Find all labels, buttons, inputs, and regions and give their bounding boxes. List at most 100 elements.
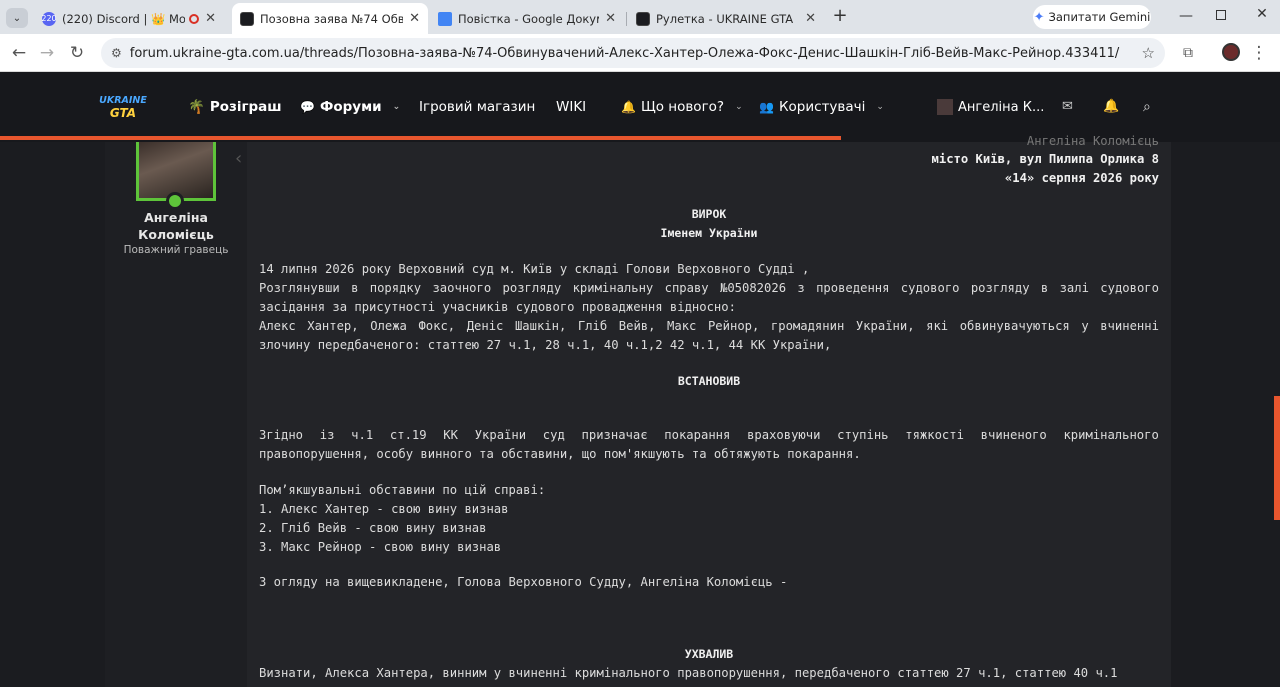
word: Згідно: [259, 428, 304, 442]
word: розгляду: [502, 281, 562, 295]
tab-google-docs[interactable]: Повістка - Google Документи ✕: [430, 3, 624, 34]
word: кримінального: [1063, 428, 1159, 442]
word: враховуючи: [747, 428, 821, 442]
browser-toolbar: ← → ↻ ⚙ forum.ukraine-gta.com.ua/threads…: [0, 34, 1280, 72]
word: кримінальну: [572, 281, 654, 295]
close-icon[interactable]: ✕: [409, 11, 420, 26]
profile-avatar[interactable]: [1222, 43, 1240, 61]
tab-search-button[interactable]: ⌄: [6, 8, 28, 28]
address-bar[interactable]: ⚙ forum.ukraine-gta.com.ua/threads/Позов…: [101, 38, 1165, 68]
site-logo[interactable]: UKRAINE GTA: [98, 94, 148, 122]
tab-label: Позовна заява №74 Обвинува: [260, 11, 404, 26]
doc-paragraph-2b: засідання за присутності учасників судов…: [259, 300, 736, 314]
list-item: 3. Макс Рейнор - свою вину визнав: [259, 540, 502, 554]
site-info-icon[interactable]: ⚙: [111, 46, 122, 60]
nav-shop[interactable]: Ігровий магазин: [419, 99, 535, 115]
search-icon[interactable]: ⌕: [1143, 99, 1151, 115]
url-text: forum.ukraine-gta.com.ua/threads/Позовна…: [129, 45, 1120, 61]
tab-label: Повістка - Google Документи: [458, 11, 599, 26]
tab-roulette[interactable]: Рулетка - UKRAINE GTA ✕: [628, 3, 824, 34]
bell-icon: 🔔: [621, 100, 636, 114]
thread-content: Ангеліна Коломієць Поважний гравець ‹ Ан…: [105, 134, 1171, 687]
online-status-icon: [166, 192, 184, 210]
users-icon: 👥: [759, 100, 774, 114]
back-button[interactable]: ←: [8, 42, 30, 64]
palm-icon: 🌴: [188, 99, 205, 115]
word: тяжкості: [905, 428, 964, 442]
doc-in-name: Іменем України: [660, 226, 758, 240]
close-icon[interactable]: ✕: [805, 11, 816, 26]
tab-forum-thread[interactable]: Позовна заява №74 Обвинува ✕: [232, 3, 428, 34]
close-icon[interactable]: ✕: [205, 11, 216, 26]
author-title: Поважний гравець: [123, 244, 229, 256]
new-tab-button[interactable]: +: [830, 6, 850, 26]
nav-giveaway[interactable]: 🌴 Розіграш: [188, 99, 282, 115]
word: суд: [542, 428, 565, 442]
doc-paragraph-4b: правопорушення, особу винного та обстави…: [259, 447, 861, 461]
author-name-line1: Ангеліна: [144, 210, 208, 225]
nav-giveaway-label: Розіграш: [209, 99, 282, 115]
menu-icon[interactable]: ⋮: [1248, 42, 1270, 64]
chevron-down-icon[interactable]: ⌄: [735, 102, 743, 112]
tab-label: Рулетка - UKRAINE GTA: [656, 11, 794, 26]
scrollbar-thumb[interactable]: [1274, 396, 1280, 520]
ukraine-gta-favicon: [240, 11, 254, 26]
word: вчиненого: [980, 428, 1047, 442]
word: ст.19: [389, 428, 427, 442]
doc-paragraph-4a: Згідно із ч.1 ст.19 КК України суд призначає пок…: [259, 428, 1159, 442]
ukraine-gta-favicon: [636, 11, 650, 26]
word: ч.1: [351, 428, 374, 442]
chevron-down-icon[interactable]: ⌄: [876, 102, 884, 112]
word: України: [474, 428, 527, 442]
list-item: 2. Гліб Вейв - свою вину визнав: [259, 521, 487, 535]
nav-wiki[interactable]: WIKI: [556, 99, 586, 115]
doc-paragraph-2a: Розглянувши в порядку заочного розгляду кримі…: [259, 281, 1159, 295]
nav-whats-new[interactable]: 🔔 Що нового? ⌄: [621, 99, 743, 115]
word: Вейв,: [618, 319, 656, 333]
word: Шашкін,: [514, 319, 567, 333]
word: ступінь: [837, 428, 889, 442]
forward-button[interactable]: →: [36, 42, 58, 64]
tab-separator: [626, 12, 627, 26]
word: із: [319, 428, 335, 442]
minimize-button[interactable]: —: [1178, 8, 1194, 24]
gemini-button[interactable]: ✦ Запитати Gemini: [1033, 5, 1151, 29]
site-header: UKRAINE GTA 🌴 Розіграш 💬 Форуми ⌄ Ігрови…: [0, 72, 1280, 142]
word: України,: [855, 319, 915, 333]
author-name[interactable]: Ангеліна Коломієць: [105, 209, 247, 243]
alerts-bell-icon[interactable]: 🔔: [1103, 99, 1119, 114]
doc-author-cut: Ангеліна Коломієць: [1026, 134, 1159, 148]
close-window-button[interactable]: ✕: [1254, 6, 1270, 22]
nav-users[interactable]: 👥 Користувачі ⌄: [759, 99, 884, 115]
word: КК: [443, 428, 458, 442]
nav-forums[interactable]: 💬 Форуми ⌄: [300, 99, 400, 115]
post-arrow: ‹: [235, 148, 243, 169]
maximize-button[interactable]: [1216, 10, 1226, 20]
list-item: 1. Алекс Хантер - свою вину визнав: [259, 502, 509, 516]
author-name-line2: Коломієць: [138, 227, 214, 242]
discord-icon: 220: [41, 11, 57, 26]
word: Алекс: [259, 319, 296, 333]
doc-paragraph-6: Визнати, Алекса Хантера, винним у вчинен…: [259, 666, 1118, 680]
extensions-icon[interactable]: ⧉: [1177, 42, 1199, 64]
word: судового: [1100, 281, 1159, 295]
nav-shop-label: Ігровий магазин: [419, 99, 536, 115]
bookmark-star-icon[interactable]: ☆: [1142, 44, 1155, 62]
account-menu[interactable]: Ангеліна К...: [937, 99, 1044, 115]
post-body: Ангеліна Коломієць місто Київ, вул Пилип…: [247, 134, 1171, 687]
close-icon[interactable]: ✕: [605, 11, 616, 26]
gemini-label: Запитати Gemini: [1048, 10, 1151, 24]
word: проведення: [816, 281, 890, 295]
word: у: [1081, 319, 1089, 333]
reload-button[interactable]: ↻: [66, 42, 88, 64]
word: порядку: [369, 281, 422, 295]
word: розгляду: [970, 281, 1030, 295]
account-name: Ангеліна К...: [958, 99, 1045, 115]
word: Деніс: [466, 319, 504, 333]
chevron-down-icon[interactable]: ⌄: [393, 102, 401, 112]
tab-discord[interactable]: 220 (220) Discord | 👑 Mosissa ✕: [34, 3, 224, 34]
inbox-icon[interactable]: ✉: [1062, 99, 1073, 114]
word: обвинувачуються: [959, 319, 1070, 333]
word: Олежа: [370, 319, 407, 333]
chat-icon: 💬: [300, 100, 315, 114]
